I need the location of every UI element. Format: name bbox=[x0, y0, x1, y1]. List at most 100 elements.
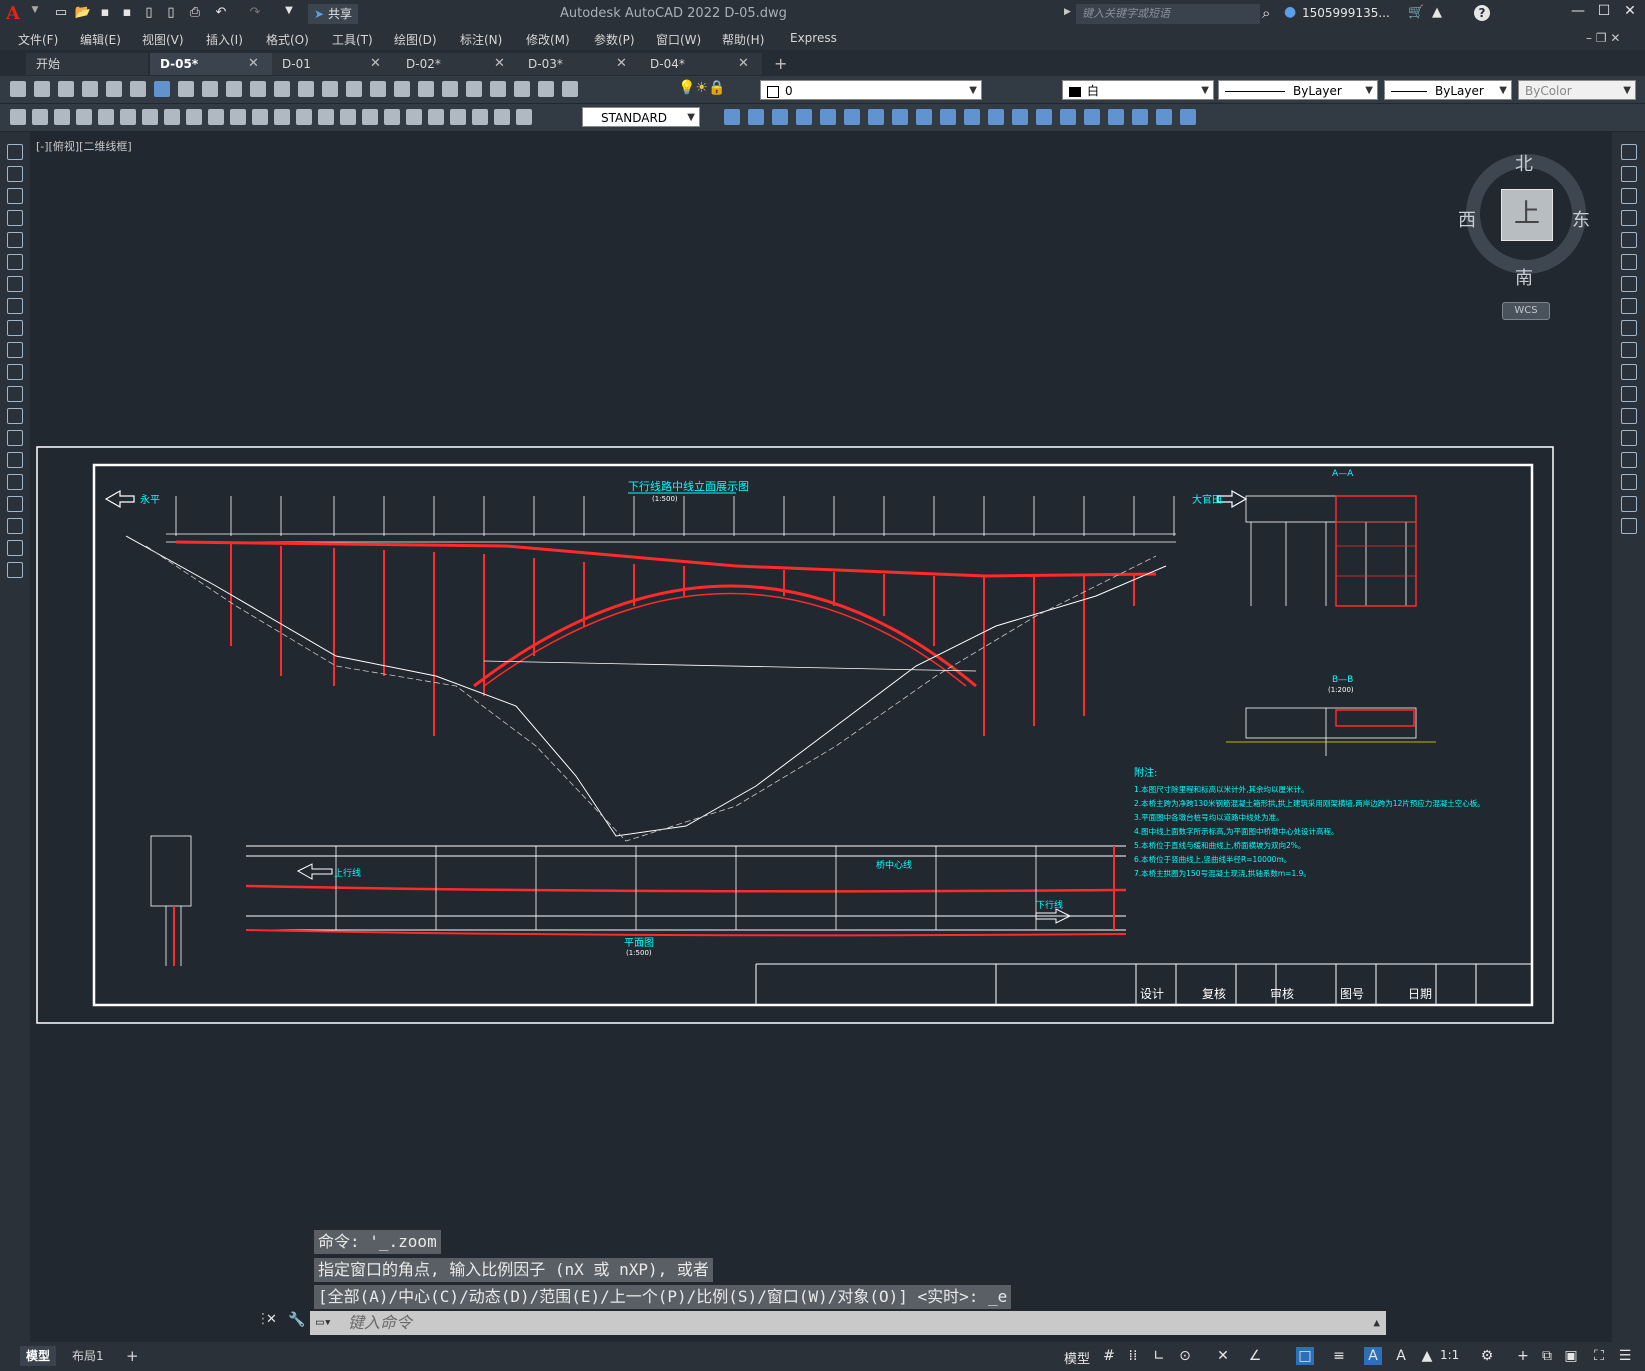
layer-on-icon[interactable] bbox=[724, 109, 740, 125]
layer-state-icons[interactable]: 💡☀🔒 bbox=[678, 80, 725, 96]
tab-d03-close-icon[interactable]: ✕ bbox=[616, 53, 627, 75]
jogged-linear-icon[interactable] bbox=[428, 109, 444, 125]
2d-icon[interactable] bbox=[1108, 109, 1124, 125]
autodesk-app-icon[interactable]: ▲ bbox=[1432, 5, 1442, 20]
menu-file[interactable]: 文件(F) bbox=[18, 31, 58, 48]
save-as-icon[interactable]: ▪ bbox=[118, 5, 136, 21]
cart-icon[interactable]: 🛒 bbox=[1408, 5, 1424, 20]
fillet-icon[interactable] bbox=[1621, 474, 1637, 490]
viewport-controls[interactable]: [-][俯视][二维线框] bbox=[36, 138, 132, 154]
tool-palettes-icon[interactable] bbox=[466, 81, 482, 97]
save-icon[interactable]: ▪ bbox=[96, 5, 114, 21]
open-web-icon[interactable]: ▯ bbox=[140, 5, 158, 21]
annotation-visibility-icon[interactable]: A bbox=[1364, 1347, 1382, 1365]
diameter-icon[interactable] bbox=[208, 109, 224, 125]
aligned-dim-icon[interactable] bbox=[98, 109, 114, 125]
ellipse-icon[interactable] bbox=[7, 342, 23, 358]
undo-icon[interactable]: ↶ bbox=[212, 5, 230, 21]
explode-icon[interactable] bbox=[1621, 518, 1637, 534]
lock-icon[interactable] bbox=[868, 109, 884, 125]
user-name[interactable]: 1505999135... bbox=[1302, 6, 1390, 20]
edit-dim-icon[interactable] bbox=[450, 109, 466, 125]
share-button[interactable]: ➤ 共享 bbox=[308, 4, 358, 24]
copy-objects-icon[interactable] bbox=[1036, 109, 1052, 125]
circle-icon[interactable] bbox=[7, 276, 23, 292]
mirror-icon[interactable] bbox=[1621, 188, 1637, 204]
continue-icon[interactable] bbox=[296, 109, 312, 125]
break-icon[interactable] bbox=[340, 109, 356, 125]
menu-parametric[interactable]: 参数(P) bbox=[594, 31, 635, 48]
layer-states-icon[interactable] bbox=[54, 109, 70, 125]
isolate-objects-icon[interactable]: ⧉ bbox=[1538, 1347, 1556, 1365]
solid-icon[interactable] bbox=[1156, 109, 1172, 125]
auto-scale-icon[interactable]: A bbox=[1392, 1347, 1410, 1365]
plot-icon[interactable] bbox=[82, 81, 98, 97]
jogged-icon[interactable] bbox=[186, 109, 202, 125]
menu-help[interactable]: 帮助(H) bbox=[722, 31, 764, 48]
search-expand-icon[interactable]: ▶ bbox=[1064, 7, 1071, 17]
object-snap-tracking-icon[interactable]: ∠ bbox=[1246, 1347, 1264, 1365]
properties-icon[interactable] bbox=[418, 81, 434, 97]
redo-icon[interactable]: ↷ bbox=[246, 5, 264, 21]
linear-dim-icon[interactable] bbox=[76, 109, 92, 125]
add-layout-button[interactable]: + bbox=[120, 1346, 145, 1366]
make-block-icon[interactable] bbox=[7, 408, 23, 424]
graphics-performance-icon[interactable]: ▣ bbox=[1562, 1347, 1580, 1365]
annotation-scale-icon[interactable]: ▲ bbox=[1418, 1347, 1436, 1365]
3d-dwf-icon[interactable] bbox=[154, 81, 170, 97]
model-space-toggle[interactable]: 模型 bbox=[1064, 1348, 1090, 1367]
viewcube-east[interactable]: 东 bbox=[1572, 206, 1590, 232]
offset-icon[interactable] bbox=[1621, 210, 1637, 226]
open-icon[interactable] bbox=[34, 81, 50, 97]
extend-icon[interactable] bbox=[1621, 364, 1637, 380]
publish-icon[interactable] bbox=[130, 81, 146, 97]
unlock-icon[interactable] bbox=[892, 109, 908, 125]
layer-current-icon[interactable] bbox=[1084, 109, 1100, 125]
command-history-arrow-icon[interactable]: ▲ bbox=[1373, 1311, 1380, 1335]
object-snap-icon[interactable]: □ bbox=[1296, 1347, 1314, 1365]
zoom-previous-icon[interactable] bbox=[394, 81, 410, 97]
update-icon[interactable] bbox=[494, 109, 510, 125]
menu-draw[interactable]: 绘图(D) bbox=[394, 31, 437, 48]
plus-icon[interactable]: + bbox=[1514, 1347, 1532, 1365]
search-icon[interactable]: ⌕ bbox=[1262, 4, 1270, 22]
spline-icon[interactable] bbox=[7, 320, 23, 336]
markup-icon[interactable] bbox=[514, 81, 530, 97]
tab-d01-close-icon[interactable]: ✕ bbox=[370, 53, 381, 75]
dim-style-icon[interactable] bbox=[516, 109, 532, 125]
inspect-icon[interactable] bbox=[406, 109, 422, 125]
thaw-icon[interactable] bbox=[796, 109, 812, 125]
angular-icon[interactable] bbox=[230, 109, 246, 125]
doc-window-controls[interactable]: – ❐ ✕ bbox=[1586, 31, 1620, 45]
redo-icon[interactable] bbox=[298, 81, 314, 97]
point-icon[interactable] bbox=[7, 430, 23, 446]
walk-icon[interactable] bbox=[964, 109, 980, 125]
add-selected-icon[interactable] bbox=[7, 562, 23, 578]
erase-icon[interactable] bbox=[1621, 144, 1637, 160]
cut-icon[interactable] bbox=[178, 81, 194, 97]
space-icon[interactable] bbox=[318, 109, 334, 125]
command-input[interactable]: ▭▾ 键入命令 ▲ bbox=[310, 1311, 1386, 1335]
open-folder-icon[interactable]: 📂 bbox=[74, 5, 92, 21]
tab-model[interactable]: 模型 bbox=[20, 1346, 57, 1366]
copy-icon[interactable] bbox=[202, 81, 218, 97]
calculator-icon[interactable] bbox=[538, 81, 554, 97]
new-icon[interactable] bbox=[10, 81, 26, 97]
layer-previous-icon[interactable] bbox=[32, 109, 48, 125]
grid-icon[interactable]: # bbox=[1100, 1347, 1118, 1365]
autocad-logo-icon[interactable]: A bbox=[6, 3, 20, 24]
rectangle-icon[interactable] bbox=[7, 232, 23, 248]
command-close-icon[interactable]: ✕ bbox=[266, 1312, 277, 1327]
change-icon[interactable] bbox=[940, 109, 956, 125]
lineweight-icon[interactable]: ≡ bbox=[1330, 1347, 1348, 1365]
undo-icon[interactable] bbox=[274, 81, 290, 97]
tab-d04-close-icon[interactable]: ✕ bbox=[738, 53, 749, 75]
3d-icon[interactable] bbox=[1132, 109, 1148, 125]
radius-icon[interactable] bbox=[164, 109, 180, 125]
match-properties-icon[interactable] bbox=[250, 81, 266, 97]
help-icon[interactable] bbox=[562, 81, 578, 97]
zoom-window-icon[interactable] bbox=[370, 81, 386, 97]
workspace-gear-icon[interactable]: ⚙ bbox=[1478, 1347, 1496, 1365]
gradient-icon[interactable] bbox=[7, 474, 23, 490]
search-input[interactable]: 键入关键字或短语 bbox=[1076, 4, 1260, 24]
